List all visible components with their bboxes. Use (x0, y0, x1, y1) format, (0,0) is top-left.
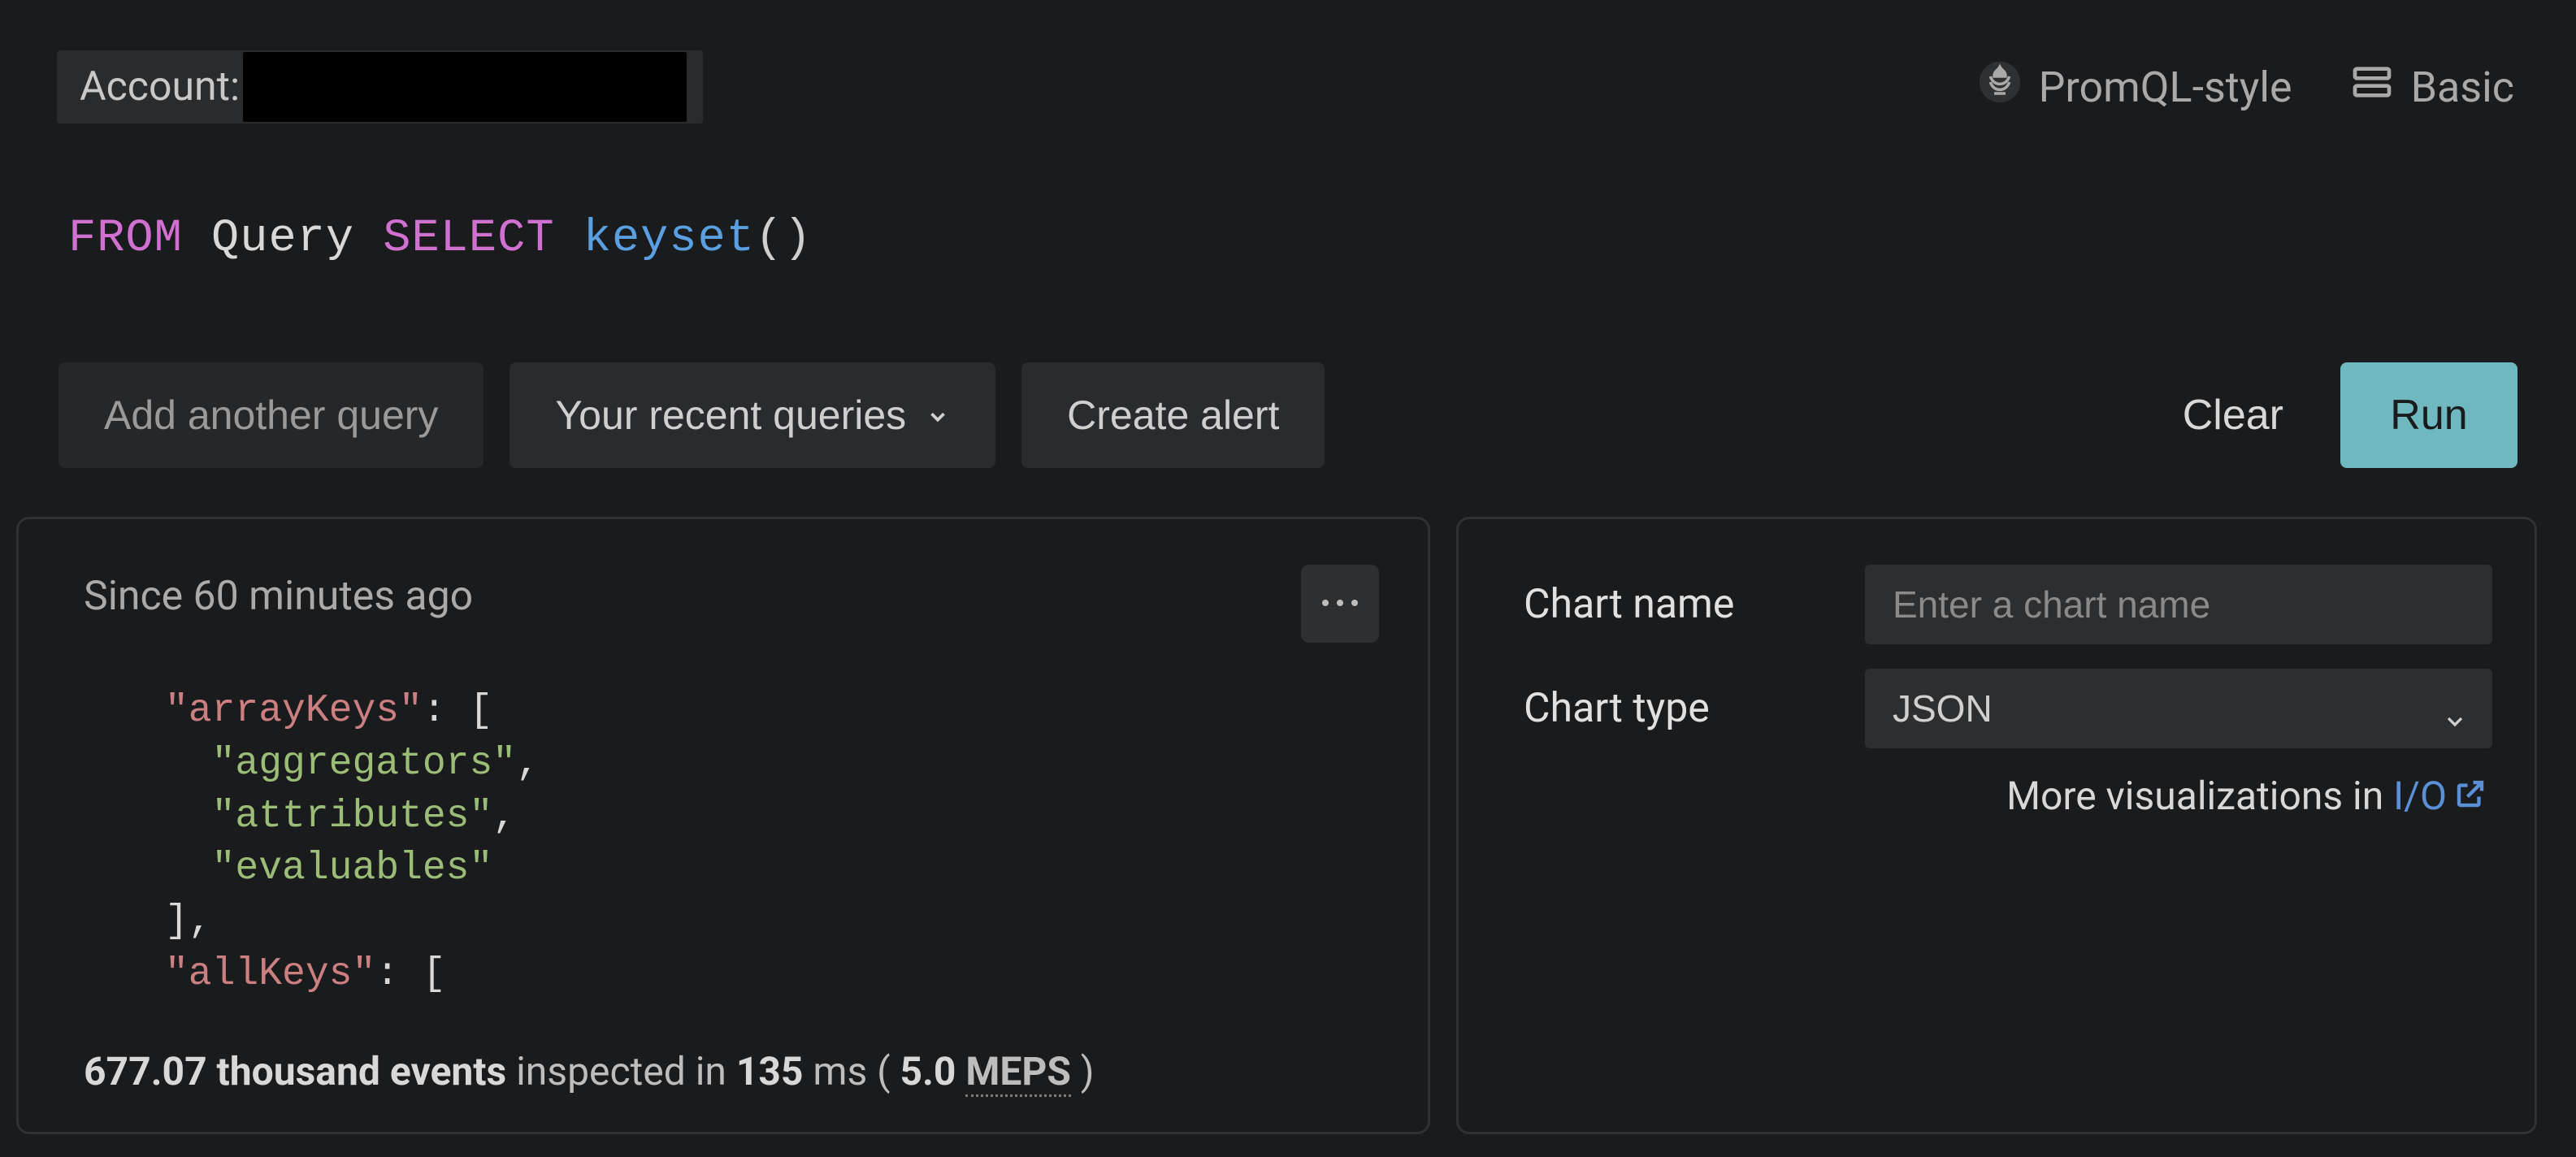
results-more-button[interactable] (1301, 565, 1379, 643)
clear-label: Clear (2183, 392, 2283, 439)
recent-queries-button[interactable]: Your recent queries (510, 362, 995, 468)
results-panel: Since 60 minutes ago "arrayKeys": [ "agg… (16, 517, 1430, 1134)
json-key-arraykeys: "arrayKeys" (165, 689, 423, 733)
add-another-query-button[interactable]: Add another query (59, 362, 484, 468)
promql-mode-button[interactable]: PromQL-style (1977, 59, 2292, 115)
table-icon (2349, 59, 2395, 115)
query-editor[interactable]: FROM Query SELECT keyset() (0, 124, 2576, 265)
more-visualizations-line: More visualizations in I/O (1524, 773, 2492, 819)
chart-type-label: Chart type (1524, 685, 1816, 732)
json-val-0: "aggregators" (212, 742, 516, 786)
clear-button[interactable]: Clear (2183, 391, 2283, 440)
run-button[interactable]: Run (2340, 362, 2517, 468)
keyword-select: SELECT (383, 213, 554, 265)
chart-type-select[interactable] (1865, 669, 2492, 748)
add-another-query-label: Add another query (104, 392, 438, 439)
external-link-icon (2447, 773, 2487, 819)
stats-event-count: 677.07 thousand events (84, 1048, 506, 1094)
account-value-redacted (243, 52, 687, 122)
inspection-stats: 677.07 thousand events inspected in 135 … (84, 1048, 1095, 1094)
stats-meps-val: 5.0 (900, 1048, 965, 1094)
query-function: keyset (583, 213, 755, 265)
paren-close: ) (783, 213, 812, 265)
paren-open: ( (755, 213, 783, 265)
since-text: Since 60 minutes ago (84, 573, 1386, 620)
stats-ms: 135 (736, 1048, 804, 1094)
query-table: Query (211, 213, 354, 265)
keyword-from: FROM (68, 213, 183, 265)
io-link[interactable]: I/O (2393, 773, 2487, 819)
basic-mode-label: Basic (2411, 63, 2514, 112)
run-label: Run (2390, 392, 2467, 439)
json-val-1: "attributes" (212, 795, 493, 838)
chart-config-panel: Chart name Chart type More visualization… (1456, 517, 2537, 1134)
promql-mode-label: PromQL-style (2039, 63, 2292, 112)
chart-name-input[interactable] (1865, 565, 2492, 644)
json-output: "arrayKeys": [ "aggregators", "attribute… (165, 685, 1386, 1001)
json-key-allkeys: "allKeys" (165, 952, 375, 996)
account-selector[interactable]: Account: (57, 50, 703, 124)
recent-queries-label: Your recent queries (555, 392, 906, 439)
chart-name-label: Chart name (1524, 581, 1816, 628)
basic-mode-button[interactable]: Basic (2349, 59, 2514, 115)
mode-switch-group: PromQL-style Basic (1977, 59, 2514, 115)
account-label: Account: (80, 63, 240, 110)
create-alert-button[interactable]: Create alert (1021, 362, 1325, 468)
create-alert-label: Create alert (1067, 392, 1279, 439)
prometheus-icon (1977, 59, 2023, 115)
stats-meps-label: MEPS (965, 1048, 1071, 1097)
json-val-2: "evaluables" (212, 847, 493, 890)
chevron-down-icon (926, 392, 950, 439)
ellipsis-icon (1320, 597, 1360, 611)
